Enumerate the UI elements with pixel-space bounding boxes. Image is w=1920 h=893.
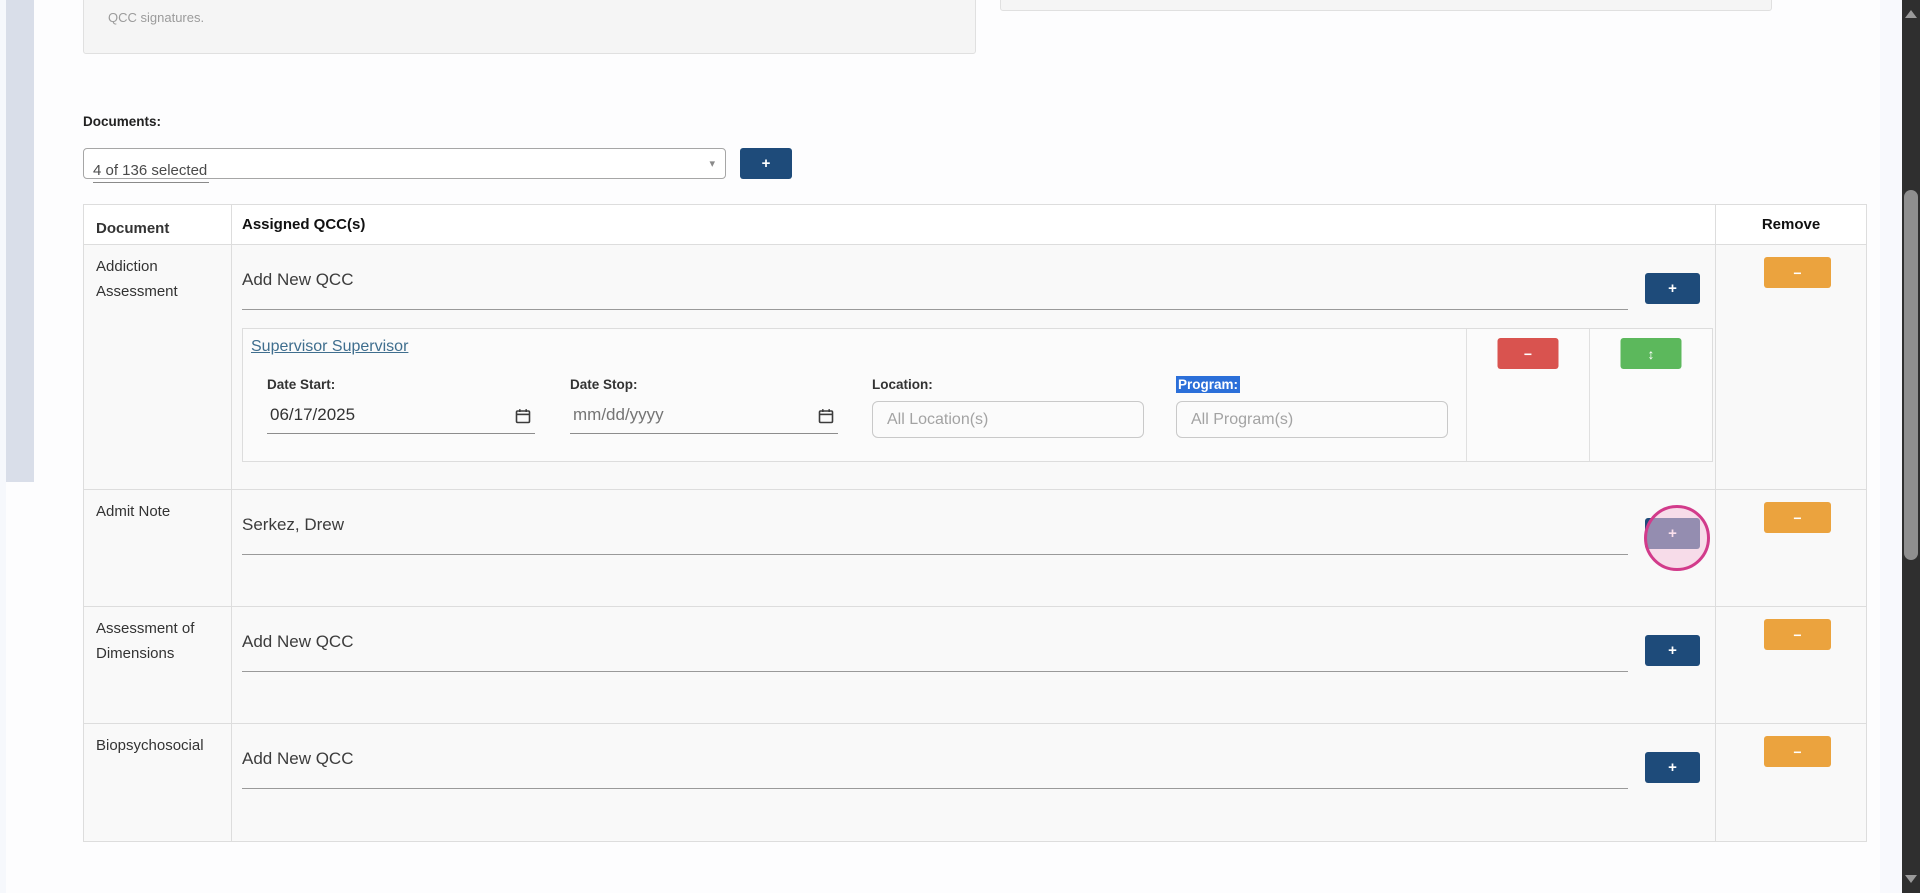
- chevron-down-icon: ▾: [709, 157, 715, 170]
- location-input[interactable]: [872, 401, 1144, 438]
- scroll-up-arrow-icon[interactable]: [1905, 10, 1917, 18]
- date-stop-label: Date Stop:: [570, 377, 838, 392]
- add-qcc-button[interactable]: +: [1645, 273, 1700, 304]
- field-underline: [242, 309, 1628, 310]
- program-label: Program:: [1176, 377, 1448, 392]
- qcc-notice-text: The person selected here will be this us…: [108, 0, 932, 25]
- page: The person selected here will be this us…: [0, 0, 1920, 893]
- minus-icon: −: [1524, 346, 1532, 362]
- remove-cell: −: [1716, 724, 1866, 841]
- header-remove: Remove: [1716, 205, 1866, 244]
- add-new-qcc-field[interactable]: Add New QCC: [242, 632, 353, 652]
- remove-document-button[interactable]: −: [1764, 502, 1831, 533]
- program-label-highlighted: Program:: [1176, 376, 1240, 393]
- minus-icon: −: [1793, 744, 1801, 760]
- calendar-icon[interactable]: [818, 408, 834, 429]
- document-name: Admit Note: [84, 490, 232, 606]
- qcc-notice-panel: The person selected here will be this us…: [83, 0, 976, 54]
- add-qcc-button[interactable]: +: [1645, 752, 1700, 783]
- documents-label: Documents:: [83, 114, 161, 129]
- reorder-assignment-cell: ↕: [1589, 329, 1712, 461]
- top-right-panel-edge: [1000, 0, 1772, 11]
- minus-icon: −: [1793, 627, 1801, 643]
- table-header-row: Document Assigned QCC(s) Remove: [84, 205, 1866, 245]
- scroll-down-arrow-icon[interactable]: [1905, 875, 1917, 883]
- add-qcc-button[interactable]: +: [1645, 635, 1700, 666]
- document-name: Assessment of Dimensions: [84, 607, 232, 723]
- table-row: Addiction Assessment Add New QCC + Super…: [84, 245, 1866, 490]
- vertical-scrollbar[interactable]: [1902, 0, 1920, 893]
- date-stop-input-wrap: [570, 401, 838, 434]
- header-document: Document: [84, 205, 232, 244]
- date-stop-input[interactable]: [570, 401, 803, 425]
- remove-document-button[interactable]: −: [1764, 736, 1831, 767]
- scrollbar-thumb[interactable]: [1904, 190, 1918, 560]
- plus-icon: +: [762, 155, 771, 172]
- date-start-field-group: Date Start:: [267, 377, 535, 434]
- assigned-qcc-cell: Add New QCC + Supervisor Supervisor Date…: [232, 245, 1716, 489]
- minus-icon: −: [1793, 265, 1801, 281]
- assigned-qcc-cell: Add New QCC +: [232, 724, 1716, 841]
- location-label: Location:: [872, 377, 1144, 392]
- minus-icon: −: [1793, 510, 1801, 526]
- remove-document-button[interactable]: −: [1764, 619, 1831, 650]
- qcc-assignment-detail-panel: Supervisor Supervisor Date Start:: [242, 328, 1713, 462]
- remove-cell: −: [1716, 245, 1866, 489]
- delete-assignment-cell: −: [1466, 329, 1589, 461]
- qcc-assignee-field[interactable]: Serkez, Drew: [242, 515, 344, 535]
- reorder-assignment-button[interactable]: ↕: [1621, 338, 1682, 369]
- table-row: Assessment of Dimensions Add New QCC + −: [84, 607, 1866, 724]
- field-underline: [242, 671, 1628, 672]
- document-name: Biopsychosocial: [84, 724, 232, 841]
- remove-document-button[interactable]: −: [1764, 257, 1831, 288]
- calendar-icon[interactable]: [515, 408, 531, 429]
- date-start-label: Date Start:: [267, 377, 535, 392]
- plus-icon: +: [1668, 525, 1677, 542]
- documents-multiselect-dropdown[interactable]: 4 of 136 selected ▾: [83, 148, 726, 179]
- program-input[interactable]: [1176, 401, 1448, 438]
- plus-icon: +: [1668, 642, 1677, 659]
- plus-icon: +: [1668, 759, 1677, 776]
- location-field-group: Location:: [872, 377, 1144, 438]
- date-start-input[interactable]: [267, 401, 500, 425]
- program-field-group: Program:: [1176, 377, 1448, 438]
- date-start-input-wrap: [267, 401, 535, 434]
- table-row: Biopsychosocial Add New QCC + −: [84, 724, 1866, 841]
- add-documents-button[interactable]: +: [740, 148, 792, 179]
- document-name: Addiction Assessment: [84, 245, 232, 489]
- date-stop-field-group: Date Stop:: [570, 377, 838, 434]
- documents-selected-count: 4 of 136 selected: [93, 162, 209, 183]
- assignee-link[interactable]: Supervisor Supervisor: [251, 338, 408, 356]
- assigned-qcc-cell: Serkez, Drew +: [232, 490, 1716, 606]
- assigned-qcc-cell: Add New QCC +: [232, 607, 1716, 723]
- field-underline: [242, 554, 1628, 555]
- remove-cell: −: [1716, 490, 1866, 606]
- delete-assignment-button[interactable]: −: [1498, 338, 1559, 369]
- add-new-qcc-field[interactable]: Add New QCC: [242, 270, 353, 290]
- header-assigned-qcc: Assigned QCC(s): [232, 205, 1716, 244]
- add-new-qcc-field[interactable]: Add New QCC: [242, 749, 353, 769]
- plus-icon: +: [1668, 280, 1677, 297]
- add-qcc-button[interactable]: +: [1645, 518, 1700, 549]
- up-down-arrow-icon: ↕: [1648, 346, 1655, 362]
- right-page-margin: [1880, 0, 1902, 893]
- remove-cell: −: [1716, 607, 1866, 723]
- qcc-assignment-fields: Supervisor Supervisor Date Start:: [243, 329, 1466, 461]
- field-underline: [242, 788, 1628, 789]
- table-row: Admit Note Serkez, Drew + −: [84, 490, 1866, 607]
- left-sidebar-strip: [6, 0, 34, 482]
- assigned-qcc-table: Document Assigned QCC(s) Remove Addictio…: [83, 204, 1867, 842]
